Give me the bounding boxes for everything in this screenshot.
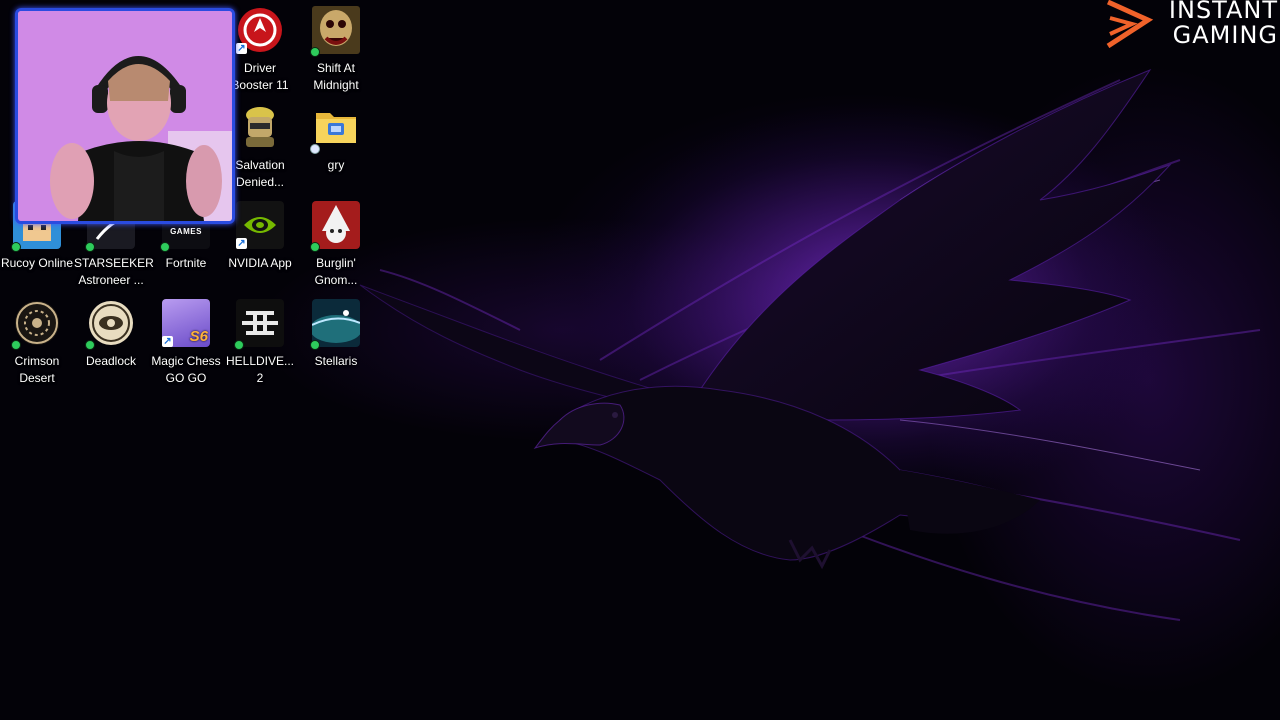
- desktop-icon-label: STARSEEKER Astroneer ...: [74, 256, 154, 287]
- desktop-icon-label: Crimson Desert: [14, 354, 60, 385]
- driver-booster-icon: ↗: [236, 6, 284, 54]
- desktop-icon-shift-at-midnight[interactable]: Shift At Midnight: [299, 6, 373, 100]
- sync-status-icon: [310, 144, 320, 154]
- brand-line-2: GAMING: [1172, 21, 1278, 49]
- sync-status-icon: [11, 242, 21, 252]
- desktop-icon-label: Rucoy Online: [0, 256, 74, 270]
- deadlock-icon: [85, 299, 135, 350]
- desktop-icon-label: Shift At Midnight: [313, 61, 359, 92]
- desktop-icon-burglin-gnomes[interactable]: Burglin' Gnom...: [299, 201, 373, 295]
- magic-chess-icon: S6 ↗: [162, 299, 210, 347]
- sync-status-icon: [85, 340, 95, 350]
- nvidia-icon: ↗: [236, 201, 284, 249]
- desktop-icon-gry[interactable]: gry: [299, 103, 373, 197]
- desktop-icon-label: Stellaris: [314, 354, 358, 368]
- sync-status-icon: [310, 340, 320, 350]
- shift-at-midnight-icon: [310, 6, 360, 57]
- sync-status-icon: [310, 47, 320, 57]
- folder-icon: [310, 103, 360, 154]
- desktop-icon-label: Magic Chess GO GO: [151, 354, 221, 385]
- instant-gaming-mark-icon: [1106, 0, 1154, 48]
- shortcut-arrow-icon: ↗: [236, 238, 247, 249]
- epic-games-badge: GAMES: [170, 227, 202, 236]
- desktop-icon-crimson-desert[interactable]: Crimson Desert: [0, 299, 74, 393]
- brand-line-1: INSTANT: [1168, 0, 1278, 24]
- desktop-icon-deadlock[interactable]: Deadlock: [74, 299, 148, 393]
- shortcut-arrow-icon: ↗: [236, 43, 247, 54]
- desktop-icon-label: NVIDIA App: [228, 256, 292, 270]
- webcam-overlay: [15, 8, 235, 224]
- burglin-gnomes-icon: [310, 201, 360, 252]
- desktop-icon-label: HELLDIVE... 2: [225, 354, 295, 385]
- helldivers-icon: [234, 299, 284, 350]
- desktop-icon-label: gry: [327, 158, 345, 172]
- desktop-icon-label: Fortnite: [165, 256, 207, 270]
- salvation-denied-icon: [236, 103, 284, 151]
- sync-status-icon: [85, 242, 95, 252]
- desktop-icon-label: Deadlock: [85, 354, 137, 368]
- desktop-icon-stellaris[interactable]: Stellaris: [299, 299, 373, 393]
- crimson-desert-icon: [11, 299, 61, 350]
- sync-status-icon: [11, 340, 21, 350]
- sync-status-icon: [234, 340, 244, 350]
- season-badge: S6: [189, 328, 208, 345]
- desktop[interactable]: INSTANT GAMING ↗ Driver Booster 11 Shift…: [0, 0, 1280, 720]
- stellaris-icon: [310, 299, 362, 350]
- streamer-camera-feed: [18, 11, 232, 221]
- desktop-icon-magic-chess[interactable]: S6 ↗ Magic Chess GO GO: [149, 299, 223, 393]
- sync-status-icon: [310, 242, 320, 252]
- desktop-icon-helldivers-2[interactable]: HELLDIVE... 2: [223, 299, 297, 393]
- sync-status-icon: [160, 242, 170, 252]
- desktop-icon-label: Burglin' Gnom...: [314, 256, 358, 287]
- instant-gaming-logo: INSTANT GAMING: [1102, 0, 1278, 48]
- shortcut-arrow-icon: ↗: [162, 336, 173, 347]
